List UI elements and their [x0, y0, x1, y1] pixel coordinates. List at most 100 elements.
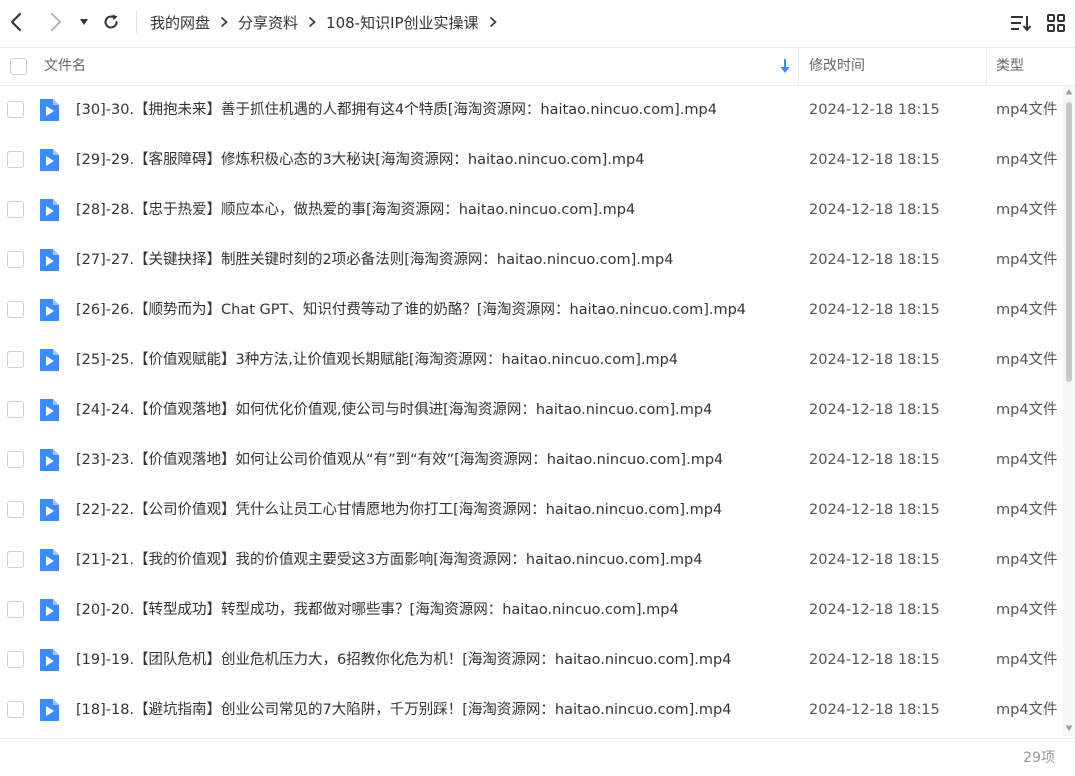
caret-down-icon: [80, 19, 88, 25]
video-file-icon: [40, 199, 59, 221]
video-file-icon: [40, 249, 59, 271]
file-checkbox[interactable]: [7, 351, 24, 368]
breadcrumb-item-current-folder[interactable]: 108-知识IP创业实操课: [326, 12, 479, 33]
file-checkbox[interactable]: [7, 301, 24, 318]
file-name[interactable]: [20]-20.【转型成功】转型成功，我都做对哪些事？[海淘资源网：haitao…: [76, 586, 679, 634]
file-manager-window: 我的网盘 分享资料 108-知识IP创业实操课 文件名 修改时间 类型 [30]…: [0, 0, 1075, 776]
file-checkbox[interactable]: [7, 101, 24, 118]
history-dropdown-button[interactable]: [74, 9, 94, 35]
file-name[interactable]: [28]-28.【忠于热爱】顺应本心，做热爱的事[海淘资源网：haitao.ni…: [76, 186, 635, 234]
file-row[interactable]: [19]-19.【团队危机】创业危机压力大，6招教你化危为机！[海淘资源网：ha…: [0, 636, 1062, 686]
file-checkbox[interactable]: [7, 601, 24, 618]
file-type: mp4文件: [996, 702, 1058, 718]
video-file-icon: [40, 699, 59, 721]
video-file-icon: [40, 399, 59, 421]
back-button[interactable]: [4, 9, 28, 35]
file-checkbox[interactable]: [7, 501, 24, 518]
scroll-down-arrow-icon[interactable]: [1065, 724, 1073, 732]
file-checkbox[interactable]: [7, 401, 24, 418]
file-name[interactable]: [18]-18.【避坑指南】创业公司常见的7大陷阱，千万别踩！[海淘资源网：ha…: [76, 686, 731, 734]
file-checkbox[interactable]: [7, 451, 24, 468]
video-file-icon: [40, 649, 59, 671]
file-checkbox[interactable]: [7, 151, 24, 168]
column-divider[interactable]: [798, 48, 799, 85]
file-name[interactable]: [21]-21.【我的价值观】我的价值观主要受这3方面影响[海淘资源网：hait…: [76, 536, 702, 584]
file-row[interactable]: [21]-21.【我的价值观】我的价值观主要受这3方面影响[海淘资源网：hait…: [0, 536, 1062, 586]
column-divider[interactable]: [986, 48, 987, 85]
file-modified-date: 2024-12-18 18:15: [809, 552, 940, 568]
file-row[interactable]: [27]-27.【关键抉择】制胜关键时刻的2项必备法则[海淘资源网：haitao…: [0, 236, 1062, 286]
video-file-icon: [40, 499, 59, 521]
file-row[interactable]: [23]-23.【价值观落地】如何让公司价值观从“有”到“有效”[海淘资源网：h…: [0, 436, 1062, 486]
file-modified-date: 2024-12-18 18:15: [809, 302, 940, 318]
file-name[interactable]: [26]-26.【顺势而为】Chat GPT、知识付费等动了谁的奶酪？[海淘资源…: [76, 286, 746, 334]
column-header-date[interactable]: 修改时间: [809, 48, 865, 85]
file-type: mp4文件: [996, 602, 1058, 618]
file-row[interactable]: [30]-30.【拥抱未来】善于抓住机遇的人都拥有这4个特质[海淘资源网：hai…: [0, 86, 1062, 136]
breadcrumb-item-my-drive[interactable]: 我的网盘: [150, 12, 210, 33]
file-name[interactable]: [27]-27.【关键抉择】制胜关键时刻的2项必备法则[海淘资源网：haitao…: [76, 236, 673, 284]
video-file-icon: [40, 449, 59, 471]
file-name[interactable]: [30]-30.【拥抱未来】善于抓住机遇的人都拥有这4个特质[海淘资源网：hai…: [76, 86, 717, 134]
column-header-name[interactable]: 文件名: [44, 48, 86, 85]
file-modified-date: 2024-12-18 18:15: [809, 252, 940, 268]
breadcrumb-item-shared[interactable]: 分享资料: [238, 12, 298, 33]
file-modified-date: 2024-12-18 18:15: [809, 502, 940, 518]
select-all-checkbox[interactable]: [10, 58, 27, 75]
file-list: [30]-30.【拥抱未来】善于抓住机遇的人都拥有这4个特质[海淘资源网：hai…: [0, 86, 1062, 736]
file-row[interactable]: [25]-25.【价值观赋能】3种方法,让价值观长期赋能[海淘资源网：haita…: [0, 336, 1062, 386]
sort-down-arrow-icon[interactable]: [778, 58, 792, 74]
file-name[interactable]: [19]-19.【团队危机】创业危机压力大，6招教你化危为机！[海淘资源网：ha…: [76, 636, 731, 684]
file-checkbox[interactable]: [7, 651, 24, 668]
file-name[interactable]: [24]-24.【价值观落地】如何优化价值观,使公司与时俱进[海淘资源网：hai…: [76, 386, 712, 434]
column-header: 文件名 修改时间 类型: [0, 47, 1075, 86]
scrollbar-thumb[interactable]: [1066, 102, 1072, 382]
file-name[interactable]: [23]-23.【价值观落地】如何让公司价值观从“有”到“有效”[海淘资源网：h…: [76, 436, 723, 484]
file-modified-date: 2024-12-18 18:15: [809, 102, 940, 118]
vertical-scrollbar[interactable]: [1063, 86, 1075, 736]
chevron-right-icon: [50, 12, 62, 32]
file-row[interactable]: [18]-18.【避坑指南】创业公司常见的7大陷阱，千万别踩！[海淘资源网：ha…: [0, 686, 1062, 736]
video-file-icon: [40, 349, 59, 371]
sort-button[interactable]: [1009, 11, 1033, 35]
video-file-icon: [40, 149, 59, 171]
forward-button[interactable]: [44, 9, 68, 35]
column-header-type[interactable]: 类型: [996, 48, 1024, 85]
file-checkbox[interactable]: [7, 201, 24, 218]
file-modified-date: 2024-12-18 18:15: [809, 202, 940, 218]
file-modified-date: 2024-12-18 18:15: [809, 702, 940, 718]
file-type: mp4文件: [996, 452, 1058, 468]
refresh-button[interactable]: [99, 9, 123, 35]
chevron-left-icon: [10, 12, 22, 32]
file-type: mp4文件: [996, 652, 1058, 668]
file-type: mp4文件: [996, 102, 1058, 118]
file-checkbox[interactable]: [7, 251, 24, 268]
file-type: mp4文件: [996, 402, 1058, 418]
file-name[interactable]: [25]-25.【价值观赋能】3种方法,让价值观长期赋能[海淘资源网：haita…: [76, 336, 678, 384]
chevron-right-icon[interactable]: [489, 16, 497, 28]
file-row[interactable]: [24]-24.【价值观落地】如何优化价值观,使公司与时俱进[海淘资源网：hai…: [0, 386, 1062, 436]
breadcrumb: 我的网盘 分享资料 108-知识IP创业实操课: [150, 0, 507, 44]
item-count: 29项: [1023, 750, 1055, 766]
file-type: mp4文件: [996, 552, 1058, 568]
toolbar-divider: [136, 11, 137, 33]
file-checkbox[interactable]: [7, 701, 24, 718]
file-type: mp4文件: [996, 152, 1058, 168]
file-row[interactable]: [28]-28.【忠于热爱】顺应本心，做热爱的事[海淘资源网：haitao.ni…: [0, 186, 1062, 236]
file-row[interactable]: [26]-26.【顺势而为】Chat GPT、知识付费等动了谁的奶酪？[海淘资源…: [0, 286, 1062, 336]
file-row[interactable]: [29]-29.【客服障碍】修炼积极心态的3大秘诀[海淘资源网：haitao.n…: [0, 136, 1062, 186]
file-modified-date: 2024-12-18 18:15: [809, 602, 940, 618]
file-type: mp4文件: [996, 252, 1058, 268]
file-name[interactable]: [22]-22.【公司价值观】凭什么让员工心甘情愿地为你打工[海淘资源网：hai…: [76, 486, 722, 534]
scroll-up-arrow-icon[interactable]: [1065, 88, 1073, 96]
file-modified-date: 2024-12-18 18:15: [809, 452, 940, 468]
file-name[interactable]: [29]-29.【客服障碍】修炼积极心态的3大秘诀[海淘资源网：haitao.n…: [76, 136, 644, 184]
file-row[interactable]: [22]-22.【公司价值观】凭什么让员工心甘情愿地为你打工[海淘资源网：hai…: [0, 486, 1062, 536]
video-file-icon: [40, 299, 59, 321]
video-file-icon: [40, 99, 59, 121]
view-toggle-button[interactable]: [1044, 11, 1068, 35]
file-row[interactable]: [20]-20.【转型成功】转型成功，我都做对哪些事？[海淘资源网：haitao…: [0, 586, 1062, 636]
status-bar: 29项: [0, 738, 1075, 776]
file-checkbox[interactable]: [7, 551, 24, 568]
sort-list-icon: [1011, 16, 1032, 32]
